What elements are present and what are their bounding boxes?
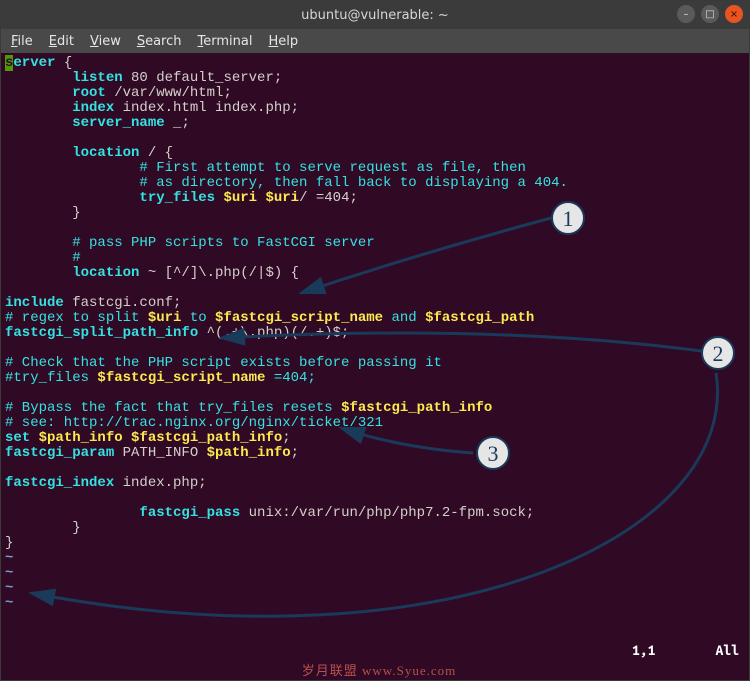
minimize-button[interactable]: –	[677, 5, 695, 23]
close-button[interactable]: ×	[725, 5, 743, 23]
menu-edit[interactable]: Edit	[49, 34, 74, 49]
menu-search[interactable]: Search	[137, 34, 182, 49]
window-controls: – □ ×	[677, 5, 743, 23]
scroll-indicator: All	[715, 643, 739, 658]
menu-file[interactable]: File	[11, 34, 33, 49]
window-title: ubuntu@vulnerable: ~	[301, 8, 449, 23]
menu-view[interactable]: View	[90, 34, 121, 49]
maximize-button[interactable]: □	[701, 5, 719, 23]
menu-help[interactable]: Help	[268, 34, 298, 49]
terminal-window: ubuntu@vulnerable: ~ – □ × File Edit Vie…	[0, 0, 750, 681]
terminal-viewport[interactable]: server { listen 80 default_server; root …	[1, 53, 749, 680]
cursor-position: 1,1	[632, 643, 656, 658]
titlebar: ubuntu@vulnerable: ~ – □ ×	[1, 1, 749, 29]
editor-content[interactable]: server { listen 80 default_server; root …	[5, 56, 745, 611]
menubar: File Edit View Search Terminal Help	[1, 29, 749, 53]
vim-statusbar: 1,1 All	[1, 643, 749, 658]
menu-terminal[interactable]: Terminal	[198, 34, 253, 49]
watermark-text: 岁月联盟 www.Syue.com	[5, 663, 750, 678]
